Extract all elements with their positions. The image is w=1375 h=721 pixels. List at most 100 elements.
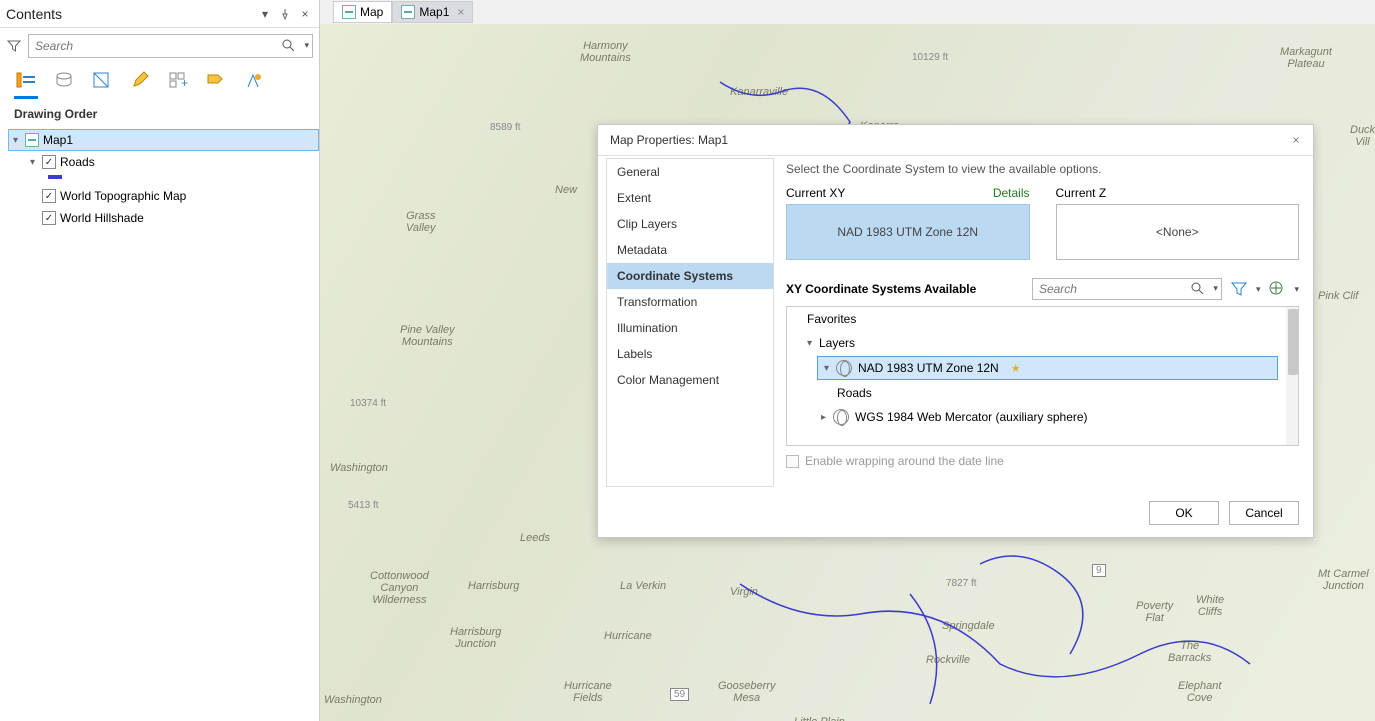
search-icon[interactable] <box>281 38 295 52</box>
cancel-label: Cancel <box>1245 506 1282 520</box>
map-label: DuckVill <box>1350 124 1375 148</box>
scrollbar[interactable] <box>1286 307 1298 445</box>
checkbox[interactable] <box>786 455 799 468</box>
layer-tree: ▾ Map1 ▾ ✓ Roads ▸ ✓ World Topographic M… <box>0 127 319 229</box>
tree-map-root[interactable]: ▾ Map1 <box>8 129 319 151</box>
map-label: Pink Clif <box>1318 290 1358 302</box>
checkbox[interactable]: ✓ <box>42 189 56 203</box>
cs-label: Roads <box>837 386 872 400</box>
scrollbar-thumb[interactable] <box>1288 309 1298 375</box>
cs-label: Layers <box>819 336 855 350</box>
current-xy-value: NAD 1983 UTM Zone 12N <box>837 225 978 239</box>
cs-nad-1983[interactable]: ▾ NAD 1983 UTM Zone 12N ★ <box>817 356 1278 380</box>
current-z-label: Current Z <box>1056 186 1107 200</box>
layer-label: World Hillshade <box>60 211 144 225</box>
checkbox[interactable]: ✓ <box>42 211 56 225</box>
available-label: XY Coordinate Systems Available <box>786 282 1026 296</box>
cs-wgs-1984[interactable]: ▸ WGS 1984 Web Mercator (auxiliary spher… <box>787 405 1298 429</box>
pin-icon[interactable] <box>277 6 293 22</box>
expand-icon[interactable]: ▾ <box>824 363 836 374</box>
coord-hint: Select the Coordinate System to view the… <box>786 162 1299 176</box>
tab-map1-label: Map1 <box>419 5 449 19</box>
expand-icon[interactable]: ▾ <box>807 338 819 349</box>
search-dropdown-icon[interactable]: ▾ <box>304 40 309 51</box>
coord-system-list[interactable]: Favorites ▾ Layers ▾ NAD 1983 UTM Zone 1… <box>786 306 1299 446</box>
list-by-selection-icon[interactable] <box>90 68 114 92</box>
drawing-order-title: Drawing Order <box>0 99 319 127</box>
add-coord-system-icon[interactable] <box>1266 278 1288 300</box>
nav-illumination[interactable]: Illumination <box>607 315 773 341</box>
search-input[interactable] <box>28 34 313 58</box>
cancel-button[interactable]: Cancel <box>1229 501 1299 525</box>
map-icon <box>25 133 39 147</box>
map-label: HarmonyMountains <box>580 40 631 64</box>
enable-wrapping-row: Enable wrapping around the date line <box>786 454 1299 468</box>
route-shield: 9 <box>1092 564 1106 577</box>
search-icon[interactable] <box>1190 281 1204 295</box>
filter-icon[interactable] <box>6 38 22 54</box>
map-label: Hurricane <box>604 630 652 642</box>
nav-color-management[interactable]: Color Management <box>607 367 773 393</box>
map-label: GrassValley <box>406 210 436 234</box>
cs-favorites[interactable]: Favorites <box>787 307 1298 331</box>
map-label: HarrisburgJunction <box>450 626 501 650</box>
list-by-editing-icon[interactable] <box>128 68 152 92</box>
close-icon[interactable]: × <box>457 5 464 19</box>
list-by-source-icon[interactable] <box>52 68 76 92</box>
cs-label: NAD 1983 UTM Zone 12N <box>858 361 999 375</box>
chevron-down-icon[interactable]: ▾ <box>1256 284 1261 295</box>
list-by-perceptual-icon[interactable] <box>242 68 266 92</box>
nav-general[interactable]: General <box>607 159 773 185</box>
list-by-snapping-icon[interactable]: + <box>166 68 190 92</box>
nav-labels[interactable]: Labels <box>607 341 773 367</box>
chevron-down-icon[interactable]: ▾ <box>1294 284 1299 295</box>
list-by-labeling-icon[interactable] <box>204 68 228 92</box>
checkbox[interactable]: ✓ <box>42 155 56 169</box>
tab-map1[interactable]: Map1 × <box>392 1 473 23</box>
map-label: New <box>555 184 577 196</box>
nav-transformation[interactable]: Transformation <box>607 289 773 315</box>
nav-clip-layers[interactable]: Clip Layers <box>607 211 773 237</box>
favorite-icon[interactable]: ★ <box>1011 362 1021 375</box>
ok-button[interactable]: OK <box>1149 501 1219 525</box>
nav-extent[interactable]: Extent <box>607 185 773 211</box>
tree-layer-roads[interactable]: ▾ ✓ Roads <box>8 151 319 173</box>
list-by-drawing-order-icon[interactable] <box>14 68 38 92</box>
globe-icon <box>836 360 852 376</box>
cs-roads[interactable]: Roads <box>787 381 1298 405</box>
expand-icon[interactable]: ▾ <box>13 135 25 146</box>
search-dropdown-icon[interactable]: ▾ <box>1213 283 1218 294</box>
close-icon[interactable]: × <box>1287 131 1305 149</box>
map-label: GooseberryMesa <box>718 680 775 704</box>
map-label: CottonwoodCanyonWilderness <box>370 570 429 606</box>
dialog-footer: OK Cancel <box>598 491 1313 535</box>
map-label: La Verkin <box>620 580 666 592</box>
route-shield: 59 <box>670 688 689 701</box>
expand-icon[interactable]: ▸ <box>821 412 833 423</box>
contents-header: Contents ▾ × <box>0 0 319 28</box>
dialog-title-bar[interactable]: Map Properties: Map1 × <box>598 125 1313 155</box>
svg-text:+: + <box>181 76 188 89</box>
nav-coordinate-systems[interactable]: Coordinate Systems <box>607 263 773 289</box>
map-icon <box>401 5 415 19</box>
close-icon[interactable]: × <box>297 6 313 22</box>
map-label: WhiteCliffs <box>1196 594 1224 618</box>
tree-layer-hillshade[interactable]: ▸ ✓ World Hillshade <box>8 207 319 229</box>
current-xy-box[interactable]: NAD 1983 UTM Zone 12N <box>786 204 1030 260</box>
map-label: Virgin <box>730 586 758 598</box>
map-label: Springdale <box>942 620 995 632</box>
nav-metadata[interactable]: Metadata <box>607 237 773 263</box>
elevation-label: 7827 ft <box>946 578 977 589</box>
dropdown-icon[interactable]: ▾ <box>257 6 273 22</box>
spatial-filter-icon[interactable] <box>1228 278 1250 300</box>
tab-map[interactable]: Map <box>333 1 392 23</box>
current-xy-label: Current XY <box>786 186 845 200</box>
tree-layer-topo[interactable]: ▸ ✓ World Topographic Map <box>8 185 319 207</box>
current-z-box[interactable]: <None> <box>1056 204 1300 260</box>
expand-icon[interactable]: ▾ <box>30 157 42 168</box>
dialog-content: Select the Coordinate System to view the… <box>778 156 1313 491</box>
map-label: Little Plain <box>794 716 845 721</box>
cs-layers[interactable]: ▾ Layers <box>787 331 1298 355</box>
details-link[interactable]: Details <box>993 186 1030 200</box>
search-row: ▾ <box>0 28 319 64</box>
